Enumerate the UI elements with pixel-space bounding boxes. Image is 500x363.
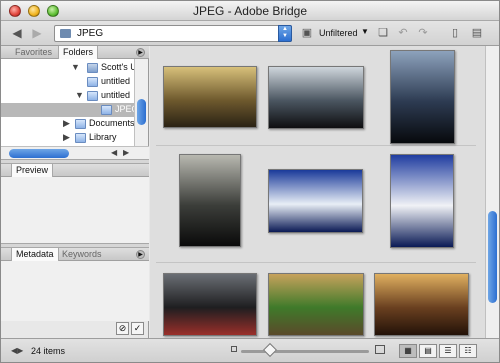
back-arrow-icon[interactable]: ◀	[9, 26, 25, 40]
thumbnail[interactable]	[390, 154, 454, 248]
tree-item[interactable]: ▼ untitled	[1, 89, 135, 103]
panel-menu-icon[interactable]: ▶	[136, 250, 145, 259]
chevron-down-icon[interactable]: ▼	[361, 27, 369, 36]
scroll-thumb[interactable]	[9, 149, 69, 158]
scroll-thumb[interactable]	[137, 99, 146, 125]
tree-item[interactable]: untitled	[1, 75, 135, 89]
slider-knob[interactable]	[262, 342, 278, 358]
tree-item-label: Scott's U	[101, 62, 135, 72]
thumbnail[interactable]	[268, 169, 363, 233]
tree-vertical-scrollbar[interactable]	[134, 59, 148, 146]
disk-icon	[87, 63, 98, 73]
large-thumbnail-icon[interactable]	[375, 345, 385, 354]
panel-toggle-icon[interactable]: ◀▶	[11, 346, 23, 355]
path-label: JPEG	[77, 28, 104, 39]
row-divider	[156, 262, 476, 263]
cancel-icon[interactable]: ⊘	[116, 322, 129, 335]
apply-check-icon[interactable]: ✓	[131, 322, 144, 335]
view-switch-icon[interactable]: ▤	[469, 26, 485, 40]
bridge-window: JPEG - Adobe Bridge ◀ ▶ JPEG ▲ ▼ ▣ Unfilt…	[0, 0, 500, 363]
scroll-right-icon[interactable]: ▶	[123, 148, 129, 157]
thumbnail[interactable]	[268, 66, 364, 129]
tree-item-selected[interactable]: JPEG	[1, 103, 135, 117]
path-stepper-icon[interactable]: ▲ ▼	[278, 25, 292, 42]
tree-item-label: untitled	[101, 76, 131, 86]
tree-item-label: Library	[89, 132, 117, 142]
item-count: 24 items	[31, 346, 66, 356]
tree-item[interactable]: ▶ Library	[1, 131, 135, 145]
tree-item-label: Documents	[89, 118, 135, 128]
tab-keywords[interactable]: Keywords	[58, 248, 106, 261]
go-up-folder-icon[interactable]: ▣	[299, 26, 315, 40]
thumbnail-grid	[150, 46, 485, 338]
tree-item-label: untitled	[101, 90, 131, 100]
thumbnail[interactable]	[163, 66, 257, 128]
folder-icon	[75, 119, 86, 129]
metadata-pane	[1, 261, 149, 321]
filmstrip-view-button[interactable]: ▤	[419, 344, 437, 358]
toolbar: ◀ ▶ JPEG ▲ ▼ ▣ Unfiltered ▼ ❏ ↶ ↷ ▯ ▤	[1, 21, 499, 46]
preview-pane	[1, 177, 149, 243]
status-bar: ◀▶ 24 items ▦ ▤ ☰ ☷	[1, 338, 499, 362]
tab-metadata[interactable]: Metadata	[11, 248, 59, 261]
tree-item-label: JPEG	[115, 104, 135, 114]
trash-icon[interactable]: ▯	[447, 26, 463, 40]
scroll-left-icon[interactable]: ◀	[111, 148, 117, 157]
thumbnail[interactable]	[268, 273, 364, 336]
folder-icon	[87, 77, 98, 87]
row-divider	[156, 145, 476, 146]
versions-view-button[interactable]: ☷	[459, 344, 477, 358]
new-folder-icon[interactable]: ❏	[375, 26, 391, 40]
metadata-tab-bar: Metadata Keywords ▶	[1, 248, 149, 261]
forward-arrow-icon[interactable]: ▶	[29, 26, 45, 40]
folder-tree: ▼ Scott's U untitled ▼ untitled JPEG ▶ D…	[1, 59, 135, 146]
thumbnail[interactable]	[179, 154, 241, 247]
tree-item[interactable]: ▶ Documents	[1, 117, 135, 131]
scroll-thumb[interactable]	[488, 211, 497, 303]
thumbnail[interactable]	[163, 273, 257, 336]
tab-favorites[interactable]: Favorites	[11, 46, 56, 59]
small-thumbnail-icon[interactable]	[231, 346, 237, 352]
folder-icon	[75, 133, 86, 143]
tree-item[interactable]: ▼ Scott's U	[1, 61, 135, 75]
content-vertical-scrollbar[interactable]	[485, 46, 499, 338]
disclosure-right-icon[interactable]: ▶	[63, 118, 70, 129]
folders-tab-bar: Favorites Folders ▶	[1, 46, 149, 59]
window-title: JPEG - Adobe Bridge	[192, 4, 308, 18]
disclosure-down-icon[interactable]: ▼	[71, 62, 80, 72]
tab-folders[interactable]: Folders	[58, 46, 99, 59]
title-bar: JPEG - Adobe Bridge	[1, 1, 499, 21]
folder-icon	[60, 29, 71, 38]
tree-horizontal-scrollbar[interactable]: ◀ ▶	[1, 146, 149, 159]
tab-preview[interactable]: Preview	[11, 164, 54, 177]
disclosure-down-icon[interactable]: ▼	[75, 90, 84, 100]
panel-menu-icon[interactable]: ▶	[136, 48, 145, 57]
path-dropdown[interactable]: JPEG ▲ ▼	[54, 25, 292, 42]
thumbnail[interactable]	[390, 50, 455, 144]
rotate-right-icon[interactable]: ↷	[415, 26, 431, 40]
filter-dropdown[interactable]: Unfiltered	[319, 28, 358, 38]
thumbnail[interactable]	[374, 273, 469, 336]
preview-tab-bar: Preview	[1, 164, 149, 177]
left-panel: Favorites Folders ▶ ▼ Scott's U untitled…	[1, 46, 149, 338]
rotate-left-icon[interactable]: ↶	[395, 26, 411, 40]
thumbnail-size-slider[interactable]	[241, 350, 369, 353]
folder-icon	[101, 105, 112, 115]
thumbnails-view-button[interactable]: ▦	[399, 344, 417, 358]
folder-icon	[87, 91, 98, 101]
disclosure-right-icon[interactable]: ▶	[63, 132, 70, 143]
details-view-button[interactable]: ☰	[439, 344, 457, 358]
